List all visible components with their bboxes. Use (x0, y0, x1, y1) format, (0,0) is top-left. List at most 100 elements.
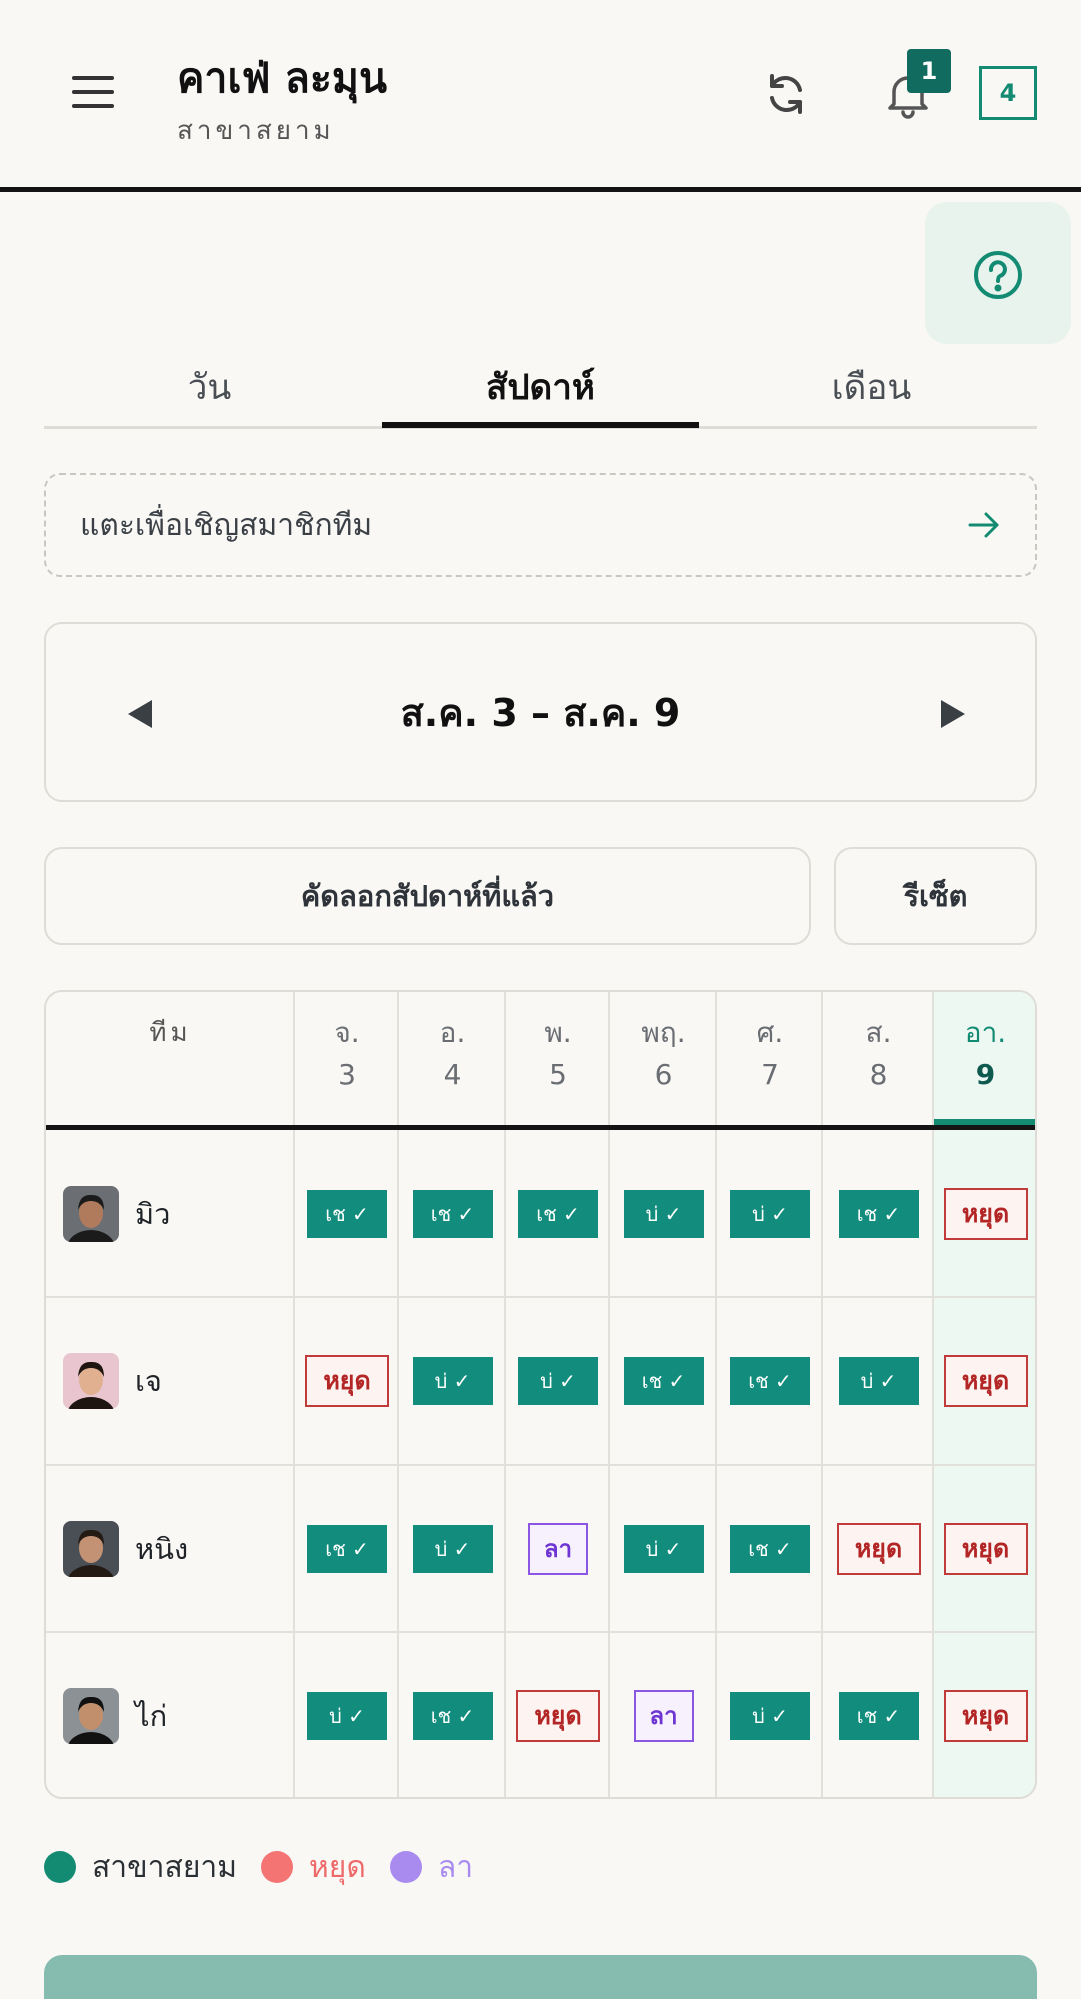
legend-item-leave: ลา (389, 1844, 474, 1891)
shift-cell[interactable]: เช ✓ (412, 1189, 493, 1238)
shift-cell-off[interactable]: หยุด (305, 1354, 389, 1407)
day-number: 6 (654, 1058, 673, 1091)
team-header: ทีม (149, 1017, 192, 1048)
shift-cell[interactable]: บ่ ✓ (623, 1189, 704, 1238)
shift-cell-off[interactable]: หยุด (943, 1187, 1028, 1240)
shift-cell[interactable]: บ่ ✓ (412, 1524, 493, 1573)
shift-cell-leave[interactable]: ลา (633, 1689, 694, 1742)
week-navigator: ส.ค. 3 – ส.ค. 9 (44, 622, 1037, 802)
team-member[interactable]: หนิง (63, 1520, 188, 1578)
grid-row-divider (46, 1296, 1035, 1298)
shift-cell[interactable]: เช ✓ (730, 1524, 810, 1573)
legend-item-off: หยุด (261, 1844, 366, 1891)
team-member[interactable]: ไก่ (63, 1687, 167, 1745)
day-name: ส. (865, 1016, 892, 1049)
grid-row-divider (46, 1464, 1035, 1466)
grid-column-divider (821, 992, 823, 1797)
primary-action-button[interactable] (44, 1955, 1037, 1999)
previous-week-icon[interactable] (122, 694, 162, 734)
member-name: เจ (135, 1363, 162, 1398)
day-header[interactable]: อา. 9 (934, 1012, 1035, 1096)
app-title: คาเฟ่ ละมุน (177, 54, 387, 102)
invite-label: แตะเพื่อเชิญสมาชิกทีม (80, 507, 373, 543)
count-box[interactable]: 4 (979, 66, 1037, 120)
day-number: 5 (549, 1058, 567, 1091)
next-week-icon[interactable] (931, 694, 971, 734)
shift-cell[interactable]: บ่ ✓ (412, 1356, 493, 1405)
shift-cell[interactable]: เช ✓ (838, 1189, 919, 1238)
day-name: ศ. (756, 1016, 784, 1049)
team-member[interactable]: เจ (63, 1352, 162, 1410)
shift-cell-off[interactable]: หยุด (836, 1522, 921, 1575)
shift-cell-off[interactable]: หยุด (943, 1689, 1028, 1742)
shift-cell-off[interactable]: หยุด (943, 1522, 1028, 1575)
avatar (63, 1687, 119, 1744)
day-header[interactable]: พฤ. 6 (610, 1012, 717, 1096)
avatar (63, 1352, 119, 1409)
branch-subtitle: สาขาสยาม (177, 116, 335, 146)
today-indicator (934, 1119, 1035, 1125)
tab-week[interactable]: สัปดาห์ (375, 345, 706, 429)
shift-cell[interactable]: บ่ ✓ (623, 1524, 704, 1573)
tab-month[interactable]: เดือน (706, 345, 1037, 429)
day-header[interactable]: อ. 4 (399, 1012, 506, 1096)
avatar (63, 1185, 119, 1242)
shift-cell[interactable]: บ่ ✓ (518, 1356, 598, 1405)
shift-cell[interactable]: บ่ ✓ (307, 1691, 387, 1740)
shift-cell[interactable]: เช ✓ (412, 1691, 493, 1740)
reset-button[interactable]: รีเซ็ต (834, 847, 1037, 945)
legend-dot (44, 1851, 76, 1883)
team-member[interactable]: มิว (63, 1185, 170, 1243)
copy-last-week-button[interactable]: คัดลอกสัปดาห์ที่แล้ว (44, 847, 811, 945)
shift-cell[interactable]: บ่ ✓ (730, 1691, 810, 1740)
day-name: พฤ. (641, 1016, 686, 1049)
shift-cell[interactable]: เช ✓ (307, 1524, 387, 1573)
shift-cell[interactable]: เช ✓ (518, 1189, 598, 1238)
legend-dot (389, 1851, 422, 1883)
shift-cell[interactable]: เช ✓ (623, 1356, 704, 1405)
grid-column-divider (715, 992, 717, 1797)
schedule-grid: ทีม จ. 3 อ. 4 พ. 5 พฤ. 6 ศ. 7 ส. 8 อา. 9 มิว เช ✓ เช ✓ เช… (44, 990, 1037, 1799)
day-name: พ. (544, 1016, 572, 1049)
member-name: ไก่ (135, 1698, 168, 1733)
tab-day[interactable]: วัน (44, 345, 375, 429)
app-header: คาเฟ่ ละมุน สาขาสยาม 1 4 (0, 0, 1081, 192)
refresh-icon[interactable] (760, 68, 812, 120)
invite-member-button[interactable]: แตะเพื่อเชิญสมาชิกทีม (44, 473, 1037, 577)
grid-column-divider (608, 992, 610, 1797)
day-number: 8 (869, 1058, 888, 1091)
day-number: 4 (443, 1058, 462, 1091)
menu-icon[interactable] (72, 72, 116, 112)
avatar (63, 1520, 119, 1577)
day-header[interactable]: พ. 5 (506, 1012, 610, 1096)
legend-dot (261, 1851, 294, 1883)
day-name: อา. (964, 1016, 1007, 1049)
grid-column-divider (293, 992, 295, 1797)
day-header[interactable]: ส. 8 (823, 1012, 934, 1096)
shift-cell-off[interactable]: หยุด (943, 1354, 1028, 1407)
shift-cell[interactable]: เช ✓ (730, 1356, 810, 1405)
week-range-label: ส.ค. 3 – ส.ค. 9 (400, 690, 681, 735)
day-number: 7 (761, 1058, 779, 1091)
member-name: หนิง (135, 1531, 189, 1566)
active-tab-indicator (382, 422, 699, 428)
day-header[interactable]: จ. 3 (295, 1012, 399, 1096)
day-header[interactable]: ศ. 7 (717, 1012, 823, 1096)
legend-label: ลา (437, 1849, 474, 1885)
legend-label: หยุด (309, 1849, 366, 1885)
question-circle-icon[interactable] (972, 249, 1024, 301)
legend-label: สาขาสยาม (92, 1849, 238, 1885)
arrow-right-icon (968, 512, 999, 538)
member-name: มิว (135, 1196, 171, 1231)
shift-cell[interactable]: เช ✓ (838, 1691, 919, 1740)
shift-cell[interactable]: บ่ ✓ (730, 1189, 810, 1238)
header-divider (46, 1125, 1035, 1130)
day-name: จ. (334, 1016, 360, 1049)
notification-badge: 1 (907, 49, 951, 93)
shift-cell-off[interactable]: หยุด (516, 1689, 600, 1742)
shift-cell-leave[interactable]: ลา (528, 1522, 588, 1575)
shift-cell[interactable]: บ่ ✓ (838, 1356, 919, 1405)
legend-item-branch: สาขาสยาม (44, 1844, 237, 1891)
shift-cell[interactable]: เช ✓ (307, 1189, 387, 1238)
grid-column-divider (397, 992, 399, 1797)
